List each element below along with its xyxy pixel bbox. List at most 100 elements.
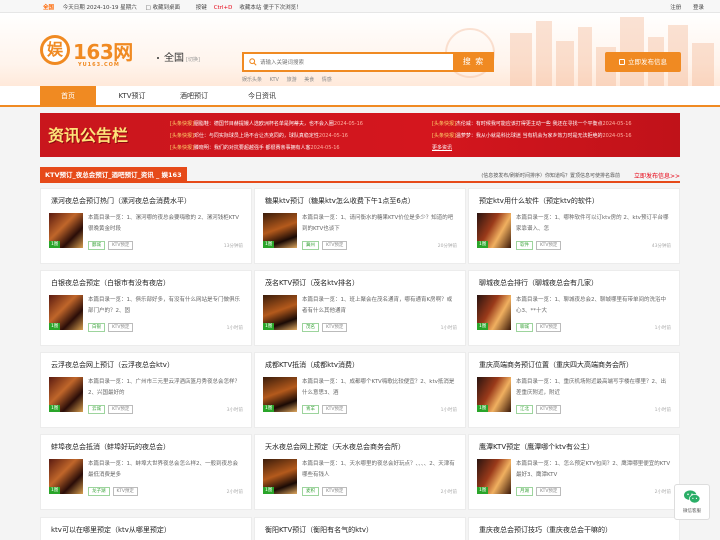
login-link[interactable]: 登录 bbox=[693, 5, 704, 11]
hotword-link[interactable]: KTV bbox=[270, 77, 279, 83]
listing-card[interactable]: 白银夜总会预定（白银市有没有夜店） 1图 本篇目录一览：1、俱乐部好多，有没有什么网… bbox=[40, 270, 252, 346]
more-news-link[interactable]: 更多资讯 bbox=[432, 144, 452, 151]
category-tag[interactable]: KTV预定 bbox=[108, 405, 134, 414]
listing-card[interactable]: ktv可以在哪里预定（ktv从哪里预定） bbox=[40, 517, 252, 540]
card-thumbnail[interactable]: 1图 bbox=[477, 295, 511, 330]
post-time: 20分钟前 bbox=[437, 244, 457, 249]
listing-card[interactable]: 鹰潭KTV预定（鹰潭哪个ktv有公主） 1图 本篇目录一览：1、怎么预定KTV包间？… bbox=[468, 434, 680, 510]
news-item[interactable]: [头条快报]胭脂鞋：德国节目赫提娥人选欧洲杯名单是阿蒂夫，也不会入圈2024-0… bbox=[170, 120, 363, 127]
card-thumbnail[interactable]: 1图 bbox=[263, 377, 297, 412]
card-thumbnail[interactable]: 1图 bbox=[477, 377, 511, 412]
news-item[interactable]: [头条快报]邓仕：与同实际球员上场不合让杰克同的，球队真稳定性2024-05-1… bbox=[170, 132, 348, 139]
city-tag[interactable]: 郾城 bbox=[88, 241, 105, 250]
card-title[interactable]: 成都KTV抵消（成都ktv消费） bbox=[265, 360, 461, 370]
category-tag[interactable]: KTV预定 bbox=[322, 323, 348, 332]
news-text: 温萝梦：我从小就是科比球迷 当有机会为家乡效力时是无法拒绝的 bbox=[455, 133, 603, 139]
register-link[interactable]: 注册 bbox=[670, 5, 681, 11]
category-tag[interactable]: KTV预定 bbox=[536, 487, 562, 496]
card-thumbnail[interactable]: 1图 bbox=[263, 295, 297, 330]
listing-card[interactable]: 重庆高端商务预订位置（重庆四大高端商务会所） 1图 本篇目录一览：1、重庆机场附近最… bbox=[468, 352, 680, 428]
category-tag[interactable]: KTV预定 bbox=[536, 241, 562, 250]
city-tag[interactable]: 聊城 bbox=[516, 323, 533, 332]
site-logo[interactable]: 娱 163网 YU163.COM bbox=[40, 35, 140, 75]
card-thumbnail[interactable]: 1图 bbox=[49, 213, 83, 248]
listing-card[interactable]: 蚌埠夜总会抵消（蚌埠好玩的夜总会） 1图 本篇目录一览：1、蚌埠大世界夜总会怎么样2… bbox=[40, 434, 252, 510]
card-thumbnail[interactable]: 1图 bbox=[49, 295, 83, 330]
listing-card[interactable]: 重庆夜总会预订技巧（重庆夜总会干嘛的） bbox=[468, 517, 680, 540]
news-item[interactable]: [头条快报]杰伦威：有时候我可能应该打得更主动一些 我还在寻找一个平衡点2024… bbox=[432, 120, 632, 127]
city-tag[interactable]: 冀州 bbox=[302, 241, 319, 250]
category-tag[interactable]: KTV预定 bbox=[108, 241, 134, 250]
city-tag[interactable]: 江北 bbox=[516, 405, 533, 414]
card-thumbnail[interactable]: 1图 bbox=[477, 213, 511, 248]
category-tag[interactable]: KTV预定 bbox=[322, 487, 348, 496]
card-title[interactable]: 聊城夜总会排行（聊城夜总会有几家） bbox=[479, 278, 675, 288]
category-tag[interactable]: KTV预定 bbox=[536, 405, 562, 414]
card-title[interactable]: 重庆高端商务预订位置（重庆四大高端商务会所） bbox=[479, 360, 675, 370]
card-thumbnail[interactable]: 1图 bbox=[49, 377, 83, 412]
card-title[interactable]: 预定ktv用什么软件（预定ktv的软件） bbox=[479, 196, 675, 206]
card-title[interactable]: 糖果ktv预订（糖果ktv怎么收费下午1点至6点） bbox=[265, 196, 461, 206]
top-bar: 全国 今天日期 2024-10-19 星期六 □ 收藏到桌面 按键 Ctrl+D 收… bbox=[0, 0, 720, 13]
news-item[interactable]: [头条快报]滕晓明：我们的对抗要超越强手 都很赛亲事拥有人客2024-05-16 bbox=[170, 144, 340, 151]
nav-news[interactable]: 今日资讯 bbox=[234, 86, 290, 107]
category-tag[interactable]: KTV预定 bbox=[322, 241, 348, 250]
card-thumbnail[interactable]: 1图 bbox=[477, 459, 511, 494]
city-tag[interactable]: 麦积 bbox=[302, 487, 319, 496]
card-thumbnail[interactable]: 1图 bbox=[263, 459, 297, 494]
card-title[interactable]: 重庆夜总会预订技巧（重庆夜总会干嘛的） bbox=[479, 525, 612, 535]
card-title[interactable]: 衡阳KTV预订（衡阳有名气的ktv） bbox=[265, 525, 373, 535]
card-title[interactable]: 茂名KTV预订（茂名ktv排名） bbox=[265, 278, 461, 288]
listing-card[interactable]: 聊城夜总会排行（聊城夜总会有几家） 1图 本篇目录一览：1、聊城夜总会2、聊城哪里有… bbox=[468, 270, 680, 346]
nav-ktv[interactable]: KTV预订 bbox=[104, 86, 160, 107]
publish-button[interactable]: 立即发布信息 bbox=[605, 52, 681, 72]
listing-card[interactable]: 成都KTV抵消（成都ktv消费） 1图 本篇目录一览：1、成都哪个KTV嗨歌比较便宜… bbox=[254, 352, 466, 428]
card-title[interactable]: 天水夜总会网上预定（天水夜总会商务会所） bbox=[265, 442, 461, 452]
category-tag[interactable]: KTV预定 bbox=[112, 487, 138, 496]
city-tag[interactable]: 龙子湖 bbox=[88, 487, 110, 496]
hotword-link[interactable]: 美食 bbox=[304, 77, 314, 83]
city-selector[interactable]: 全国 [切换] bbox=[157, 49, 200, 64]
card-title[interactable]: 漯河夜总会预订热门（漯河夜总会消费水平） bbox=[51, 196, 247, 206]
hotword-link[interactable]: 娱乐头条 bbox=[242, 77, 262, 83]
hotword-link[interactable]: 情感 bbox=[322, 77, 332, 83]
listing-card[interactable]: 茂名KTV预订（茂名ktv排名） 1图 本篇目录一览：1、班上聚会在茂名通宵，哪有通… bbox=[254, 270, 466, 346]
bookmark-link[interactable]: □ 收藏到桌面 bbox=[145, 5, 186, 11]
tip-prefix: 按键 bbox=[195, 5, 207, 11]
card-title[interactable]: 云浮夜总会网上预订（云浮夜总会ktv） bbox=[51, 360, 247, 370]
listing-card[interactable]: 糖果ktv预订（糖果ktv怎么收费下午1点至6点） 1图 本篇目录一览：1、请问衡水… bbox=[254, 188, 466, 264]
listing-card[interactable]: 漯河夜总会预订热门（漯河夜总会消费水平） 1图 本篇目录一览：1、漯河哪的夜总会要嗨… bbox=[40, 188, 252, 264]
category-tag[interactable]: KTV预定 bbox=[536, 323, 562, 332]
listing-card[interactable]: 预定ktv用什么软件（预定ktv的软件） 1图 本篇目录一览：1、哪种软件可以订kt… bbox=[468, 188, 680, 264]
listing-card[interactable]: 天水夜总会网上预定（天水夜总会商务会所） 1图 本篇目录一览：1、天水哪里的夜总会好… bbox=[254, 434, 466, 510]
nav-bar[interactable]: 酒吧预订 bbox=[166, 86, 222, 107]
city-tag[interactable]: 云城 bbox=[88, 405, 105, 414]
card-thumbnail[interactable]: 1图 bbox=[263, 213, 297, 248]
category-tag[interactable]: KTV预定 bbox=[322, 405, 348, 414]
city-switch[interactable]: [切换] bbox=[186, 57, 200, 63]
city-tag[interactable]: 茂名 bbox=[302, 323, 319, 332]
city-tag[interactable]: 月湖 bbox=[516, 487, 533, 496]
city-tag[interactable]: 软件 bbox=[516, 241, 533, 250]
listing-card[interactable]: 衡阳KTV预订（衡阳有名气的ktv） bbox=[254, 517, 466, 540]
card-title[interactable]: 白银夜总会预定（白银市有没有夜店） bbox=[51, 278, 247, 288]
category-tag[interactable]: KTV预定 bbox=[108, 323, 134, 332]
brand-city[interactable]: 全国 bbox=[43, 5, 54, 11]
nav-home[interactable]: 首页 bbox=[40, 86, 96, 107]
city-tag[interactable]: 青羊 bbox=[302, 405, 319, 414]
hotword-link[interactable]: 旅游 bbox=[287, 77, 297, 83]
card-title[interactable]: 蚌埠夜总会抵消（蚌埠好玩的夜总会） bbox=[51, 442, 247, 452]
section-header: KTV预订_夜总会预订_酒吧预订_资讯 _ 娱163 (信息按发布/刷新时间排序… bbox=[40, 167, 680, 183]
section-publish-link[interactable]: 立即发布信息>> bbox=[634, 171, 680, 180]
wechat-service-button[interactable]: 微信客服 bbox=[674, 484, 710, 520]
card-title[interactable]: ktv可以在哪里预定（ktv从哪里预定） bbox=[51, 525, 171, 535]
news-item[interactable]: [头条快报]温萝梦：我从小就是科比球迷 当有机会为家乡效力时是无法拒绝的2024… bbox=[432, 132, 632, 139]
section-title[interactable]: KTV预订_夜总会预订_酒吧预订_资讯 _ 娱163 bbox=[40, 167, 187, 183]
listing-card[interactable]: 云浮夜总会网上预订（云浮夜总会ktv） 1图 本篇目录一览：1、广州市三元里云浮酒店… bbox=[40, 352, 252, 428]
city-tag[interactable]: 白银 bbox=[88, 323, 105, 332]
card-thumbnail[interactable]: 1图 bbox=[49, 459, 83, 494]
search-button[interactable]: 搜 索 bbox=[453, 52, 494, 72]
publish-label: 立即发布信息 bbox=[628, 58, 667, 66]
card-title[interactable]: 鹰潭KTV预定（鹰潭哪个ktv有公主） bbox=[479, 442, 675, 452]
search-input[interactable] bbox=[260, 56, 450, 69]
